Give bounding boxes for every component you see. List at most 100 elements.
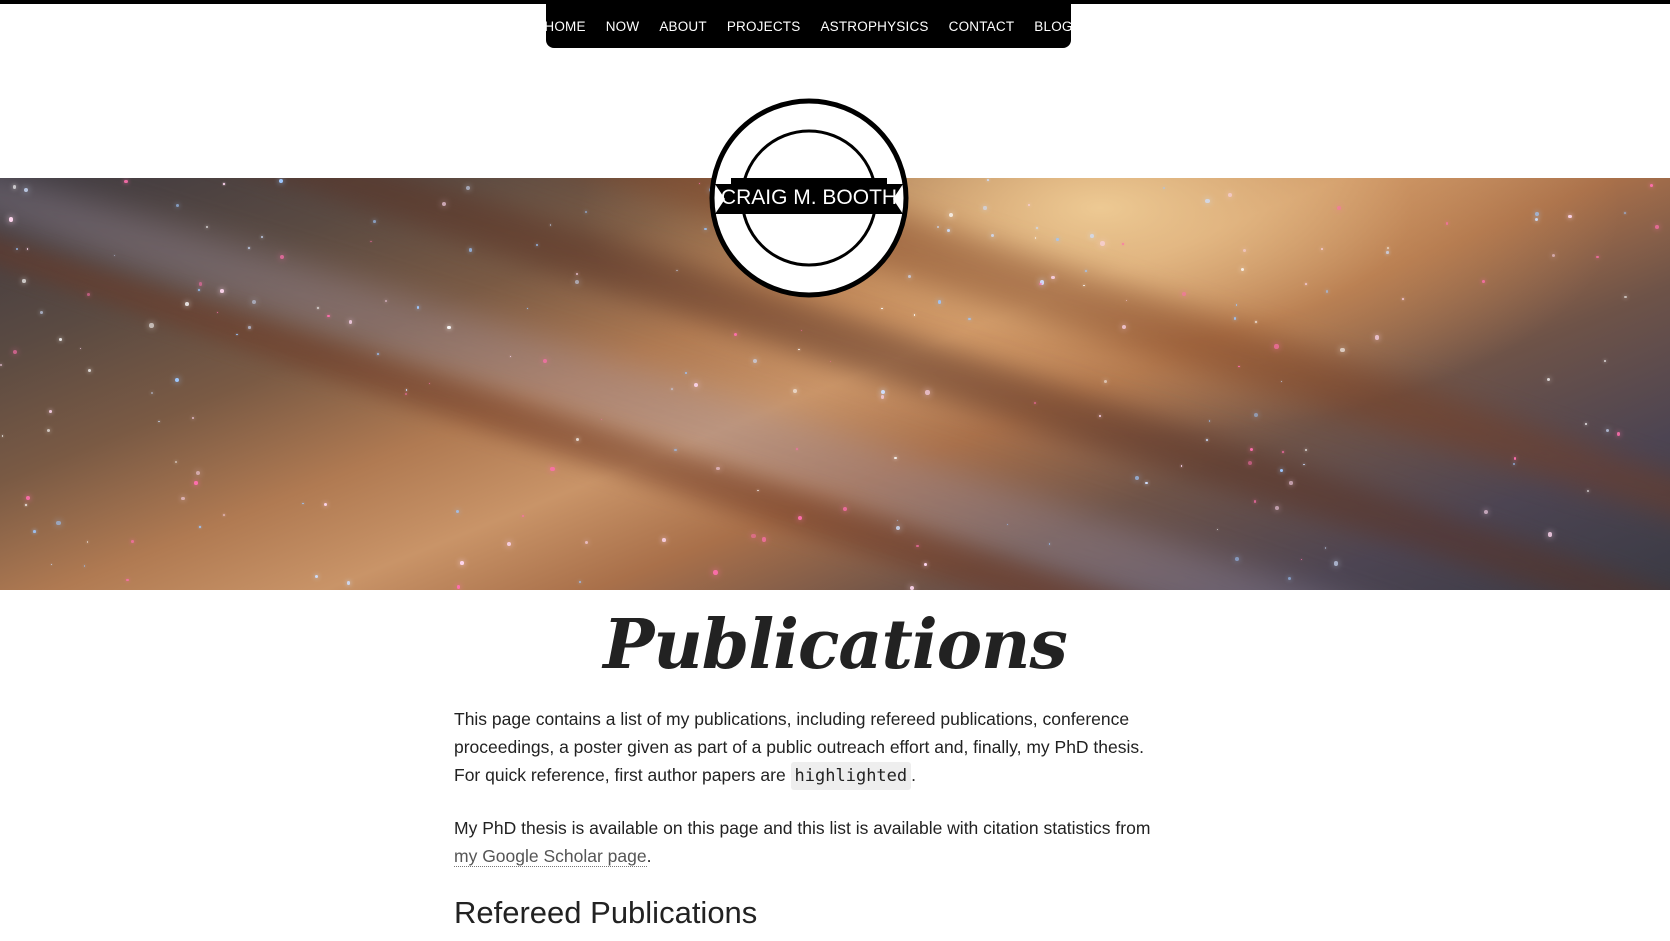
nav-item-about[interactable]: ABOUT <box>659 19 707 34</box>
star-dot <box>1552 254 1556 258</box>
star-dot <box>1035 227 1038 230</box>
star-dot <box>881 307 883 310</box>
star-dot <box>324 502 328 507</box>
star-dot <box>986 179 989 182</box>
star-dot <box>314 574 318 579</box>
star-dot <box>829 360 832 362</box>
star-dot <box>46 428 50 433</box>
star-dot <box>26 248 28 250</box>
star-dot <box>1482 279 1486 283</box>
star-dot <box>1616 432 1621 437</box>
star-dot <box>220 289 224 293</box>
star-dot <box>12 185 17 189</box>
star-dot <box>990 233 995 238</box>
star-dot <box>247 246 250 249</box>
star-dot <box>949 213 954 218</box>
nav-item-blog[interactable]: BLOG <box>1034 19 1072 34</box>
star-dot <box>575 280 580 285</box>
star-dot <box>206 226 209 229</box>
star-dot <box>1145 481 1148 485</box>
star-dot <box>317 307 319 309</box>
star-dot <box>181 496 185 501</box>
star-dot <box>1279 468 1283 472</box>
scholar-end: . <box>646 846 652 866</box>
star-dot <box>1090 234 1094 238</box>
star-dot <box>542 358 547 363</box>
main-nav: HOME NOW ABOUT PROJECTS ASTROPHYSICS CON… <box>544 4 1072 48</box>
star-dot <box>327 314 330 317</box>
nav-item-home[interactable]: HOME <box>544 19 585 34</box>
star-dot <box>704 227 707 231</box>
star-dot <box>83 564 86 567</box>
star-dot <box>1238 365 1240 368</box>
nav-item-contact[interactable]: CONTACT <box>949 19 1015 34</box>
star-dot <box>1103 380 1107 384</box>
scholar-paragraph: My PhD thesis is available on this page … <box>454 814 1154 870</box>
star-dot <box>460 561 464 565</box>
star-dot <box>880 395 885 399</box>
page-title: Publications <box>603 605 1068 685</box>
star-dot <box>428 382 430 384</box>
star-dot <box>151 392 154 395</box>
star-dot <box>126 578 129 582</box>
star-dot <box>1445 222 1449 225</box>
star-dot <box>0 363 3 366</box>
star-dot <box>1253 500 1256 503</box>
star-dot <box>1333 561 1339 566</box>
star-dot <box>1289 481 1293 485</box>
star-dot <box>58 338 62 342</box>
star-dot <box>798 348 800 351</box>
star-dot <box>521 514 525 517</box>
star-dot <box>8 217 14 222</box>
star-dot <box>49 410 52 413</box>
star-dot <box>1568 214 1572 219</box>
site-logo[interactable]: CRAIG M. BOOTH <box>709 98 909 298</box>
star-dot <box>1402 298 1404 301</box>
star-dot <box>346 581 351 585</box>
star-dot <box>751 533 756 539</box>
star-dot <box>1387 247 1389 250</box>
star-dot <box>248 326 251 329</box>
star-dot <box>506 541 512 547</box>
star-dot <box>1 435 4 437</box>
star-dot <box>798 515 803 520</box>
star-dot <box>1085 270 1088 272</box>
star-dot <box>56 521 61 526</box>
star-dot <box>1340 347 1345 353</box>
nav-item-astrophysics[interactable]: ASTROPHYSICS <box>820 19 928 34</box>
star-dot <box>1324 547 1327 549</box>
star-dot <box>373 219 377 223</box>
star-dot <box>1162 186 1166 189</box>
star-dot <box>1337 206 1342 211</box>
nav-item-projects[interactable]: PROJECTS <box>727 19 801 34</box>
star-dot <box>149 323 154 328</box>
star-dot <box>913 314 916 316</box>
star-dot <box>302 502 304 505</box>
star-dot <box>377 353 380 356</box>
star-dot <box>1534 217 1539 222</box>
star-dot <box>158 420 160 423</box>
star-dot <box>124 180 128 184</box>
star-dot <box>1255 321 1257 323</box>
nav-item-now[interactable]: NOW <box>606 19 640 34</box>
star-dot <box>535 243 539 246</box>
star-dot <box>584 540 588 545</box>
star-dot <box>752 358 757 363</box>
star-dot <box>370 241 372 243</box>
star-dot <box>40 311 44 315</box>
star-dot <box>1249 447 1253 451</box>
star-dot <box>1122 243 1124 245</box>
star-dot <box>131 540 134 543</box>
star-dot <box>1605 428 1610 433</box>
star-dot <box>1655 225 1660 229</box>
star-dot <box>87 368 91 372</box>
logo-text: CRAIG M. BOOTH <box>721 186 897 209</box>
star-dot <box>384 299 387 303</box>
star-dot <box>662 538 666 542</box>
google-scholar-link[interactable]: my Google Scholar page <box>454 846 647 867</box>
star-dot <box>1233 317 1237 320</box>
star-dot <box>79 347 81 350</box>
star-dot <box>50 563 52 565</box>
star-dot <box>1304 283 1307 286</box>
star-dot <box>223 514 225 516</box>
